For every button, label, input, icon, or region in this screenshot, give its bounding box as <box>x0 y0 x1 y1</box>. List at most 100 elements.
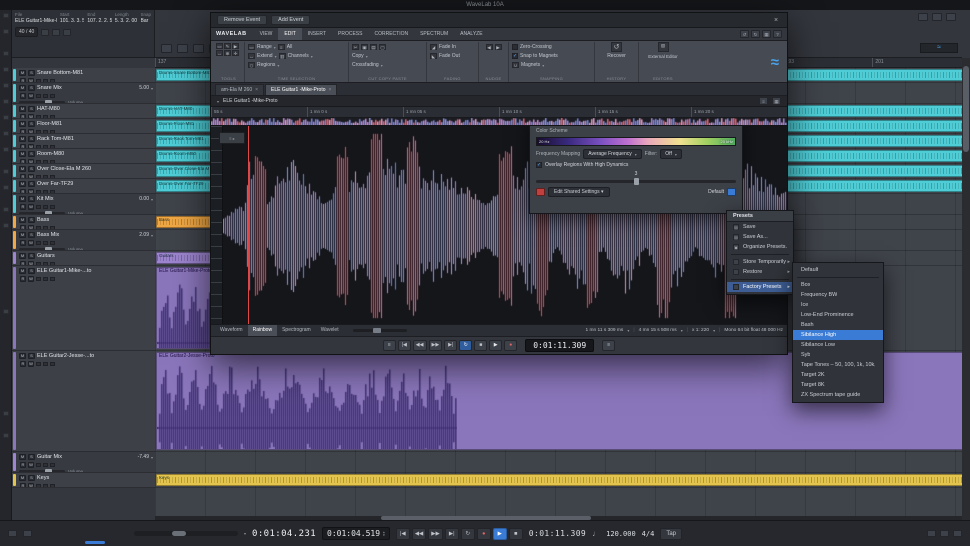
mute-button[interactable]: M <box>19 353 26 359</box>
solo-button[interactable]: S <box>28 232 35 238</box>
input-icon[interactable] <box>43 241 48 245</box>
wl-play-button[interactable]: ▶ <box>489 340 502 351</box>
fx-icon[interactable] <box>50 205 55 209</box>
solo-button[interactable]: S <box>28 121 35 127</box>
range-tool-icon[interactable] <box>177 44 188 53</box>
audio-format[interactable]: Mono 64 bit float 48 000 Hz <box>724 328 783 333</box>
paste-icon[interactable]: ▤ <box>370 44 377 50</box>
track-header-room-m80[interactable]: MSRoom-M80RW <box>12 149 155 164</box>
track-header-kit-mix[interactable]: MSKit Mix0.00▾RWVolume <box>12 194 155 215</box>
fx-icon[interactable] <box>50 145 55 149</box>
menu-tab[interactable]: CORRECTION <box>368 28 414 40</box>
regions-icon[interactable]: ▯ <box>248 62 255 68</box>
preset-ice[interactable]: Ice <box>793 300 883 310</box>
monitor-icon[interactable] <box>36 463 41 467</box>
preset-sibilance-low[interactable]: Sibilance Low <box>793 340 883 350</box>
input-icon[interactable] <box>43 130 48 134</box>
preset-syb[interactable]: Syb <box>793 350 883 360</box>
monitor-icon[interactable] <box>36 205 41 209</box>
wl-record-button[interactable]: ● <box>504 340 517 351</box>
transport-options-icon[interactable] <box>8 530 17 537</box>
view-tab[interactable]: Wavelet <box>316 325 344 336</box>
zoom-slider[interactable] <box>353 329 407 332</box>
fx-icon[interactable] <box>50 190 55 194</box>
mute-button[interactable]: M <box>19 151 26 157</box>
preset-zx-spectrum[interactable]: ZX Spectrum tape guide <box>793 390 883 400</box>
wl-rewind-button[interactable]: ◀◀ <box>413 340 427 351</box>
preset-tape-tones[interactable]: Tape Tones – 50, 100, 1k, 10k, 15k <box>793 360 883 370</box>
rainbow-waveform-display[interactable]: ≡ ▸ Rainbow Waveform Settings Color Sche… <box>211 126 787 324</box>
time-display-secondary[interactable]: 0:01:04.519 ▲▼ <box>322 527 390 540</box>
redo-icon[interactable]: ↻ <box>751 30 760 38</box>
track-header-floor-m81[interactable]: MSFloor-M81RW <box>12 119 155 134</box>
undo-icon[interactable]: ↺ <box>740 30 749 38</box>
browser-icon[interactable] <box>946 13 956 21</box>
copy-label[interactable]: Copy <box>352 53 364 59</box>
play-tool-icon[interactable]: ▶ <box>232 43 239 49</box>
regions-label[interactable]: Regions <box>257 62 275 68</box>
mute-button[interactable]: M <box>19 121 26 127</box>
tap-tempo-button[interactable]: Tap <box>660 528 682 540</box>
menu-item-factory-presets[interactable]: Factory Presets <box>727 282 793 292</box>
fade-out-label[interactable]: Fade Out <box>439 53 460 59</box>
vertical-scroll-thumb[interactable] <box>963 66 969 152</box>
filter-dropdown[interactable]: Off▾ <box>660 149 682 159</box>
workspace-icon[interactable]: ▦ <box>762 30 771 38</box>
record-arm-button[interactable]: R <box>20 462 26 468</box>
menu-tab[interactable]: PROCESS <box>332 28 368 40</box>
fade-in-label[interactable]: Fade In <box>439 44 456 50</box>
vertical-scrollbar[interactable] <box>962 58 970 520</box>
solo-button[interactable]: S <box>28 268 35 274</box>
edit-shared-settings-button[interactable]: Edit Shared Settings ▾ <box>548 187 610 197</box>
preset-sibilance-high[interactable]: Sibilance High <box>793 330 883 340</box>
menu-item-store-temporarily[interactable]: Store Temporarily <box>727 257 793 267</box>
fx-icon[interactable] <box>50 94 55 98</box>
solo-button[interactable]: S <box>28 166 35 172</box>
wl-go-start-button[interactable]: |◀ <box>398 340 411 351</box>
help-icon[interactable]: ? <box>773 30 782 38</box>
fx-icon[interactable] <box>50 226 55 230</box>
length-value[interactable]: 5. 3. 2. 00 <box>115 18 138 24</box>
add-event-button[interactable]: Add Event <box>271 15 310 25</box>
external-editor-label[interactable]: External Editor <box>648 54 678 59</box>
mute-button[interactable]: M <box>19 136 26 142</box>
color-scheme-gradient[interactable]: 20 Hz 20 kHz <box>536 137 736 146</box>
input-icon[interactable] <box>43 362 48 366</box>
menu-tab[interactable]: INSERT <box>302 28 332 40</box>
record-arm-button[interactable]: R <box>20 93 26 99</box>
mute-button[interactable]: M <box>19 253 26 259</box>
input-icon[interactable] <box>43 190 48 194</box>
monitor-icon[interactable] <box>36 226 41 230</box>
frequency-mapping-dropdown[interactable]: Average Frequency▾ <box>583 149 642 159</box>
wl-settings-button[interactable]: ≡ <box>602 340 615 351</box>
monitor-icon[interactable] <box>36 262 41 266</box>
solo-button[interactable]: S <box>28 70 35 76</box>
extend-label[interactable]: Extend <box>257 53 273 59</box>
zoom-ratio[interactable]: x 1: 220 <box>692 328 709 333</box>
caret-icon[interactable]: ▾ <box>244 531 246 536</box>
menu-item-save[interactable]: ▤ Save <box>727 222 793 232</box>
automation-write-button[interactable]: W <box>28 276 34 282</box>
preset-target-2k[interactable]: Target 2K <box>793 370 883 380</box>
input-icon[interactable] <box>43 79 48 83</box>
monitor-icon[interactable] <box>36 484 41 488</box>
monitor-icon[interactable] <box>36 115 41 119</box>
wl-loop-button[interactable]: ↻ <box>459 340 472 351</box>
arrow-tool-icon[interactable] <box>161 44 172 53</box>
time-ruler[interactable]: 55 s1 mn 0 s1 mn 05 s1 mn 10 s1 mn 15 s1… <box>211 107 787 118</box>
record-arm-button[interactable]: R <box>20 483 26 489</box>
fx-icon[interactable] <box>50 79 55 83</box>
zero-crossing-checkbox[interactable] <box>512 44 518 50</box>
automation-write-button[interactable]: W <box>28 240 34 246</box>
metronome-settings-icon[interactable] <box>23 530 32 537</box>
track-volume-value[interactable]: 5.00 <box>139 85 149 91</box>
automation-write-button[interactable]: W <box>28 93 34 99</box>
track-header-over-far-tf29[interactable]: MSOver Far-TF29RW <box>12 179 155 194</box>
mute-button[interactable]: M <box>19 268 26 274</box>
pencil-tool-icon[interactable]: ✎ <box>224 43 231 49</box>
mute-button[interactable]: M <box>19 181 26 187</box>
input-icon[interactable] <box>43 226 48 230</box>
list-icon[interactable]: ≡ <box>759 97 768 105</box>
cursor-time[interactable]: 1 mn 11 s 309 ms <box>586 328 624 333</box>
track-header-guitar-mix[interactable]: MSGuitar Mix-7.49▾RWVolume <box>12 452 155 473</box>
